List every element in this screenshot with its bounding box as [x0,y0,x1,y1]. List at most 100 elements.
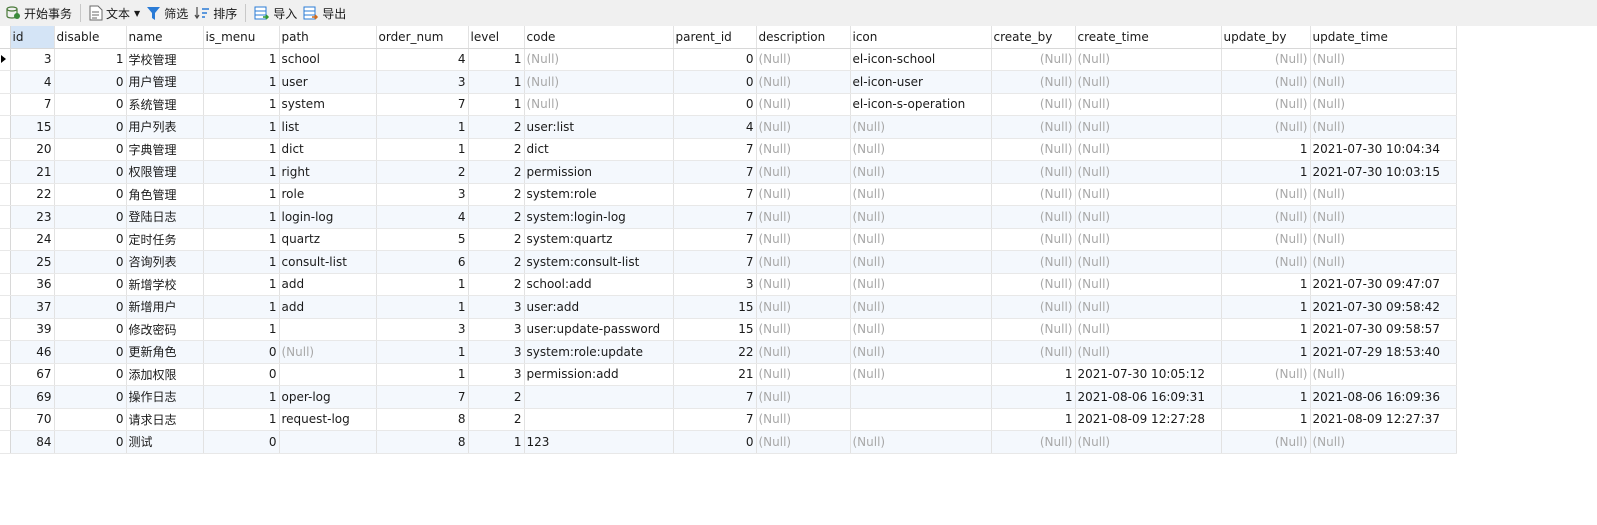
cell-path[interactable]: role [279,183,377,206]
cell-code[interactable] [524,408,674,431]
cell-is-menu[interactable]: 1 [203,228,280,251]
cell-update-time[interactable]: (Null) [1310,430,1457,454]
cell-parent-id[interactable]: 7 [673,408,757,431]
cell-update-by[interactable]: (Null) [1221,363,1311,386]
cell-create-time[interactable]: (Null) [1075,228,1222,251]
cell-is-menu[interactable]: 0 [203,363,280,386]
cell-code[interactable]: system:role:update [524,340,674,364]
cell-create-by[interactable]: (Null) [991,340,1076,364]
cell-disable[interactable]: 0 [54,295,127,319]
cell-description[interactable]: (Null) [756,183,851,206]
cell-level[interactable]: 2 [468,205,525,229]
cell-level[interactable]: 2 [468,115,525,139]
cell-level[interactable]: 2 [468,408,525,431]
sort-button[interactable]: 排序 [191,2,240,24]
cell-disable[interactable]: 0 [54,385,127,409]
cell-path[interactable]: request-log [279,408,377,431]
cell-name[interactable]: 请求日志 [126,408,204,431]
cell-icon[interactable]: (Null) [850,183,992,206]
column-header-path[interactable]: path [279,26,377,49]
cell-level[interactable]: 3 [468,363,525,386]
cell-create-by[interactable]: (Null) [991,138,1076,161]
cell-create-time[interactable]: (Null) [1075,138,1222,161]
cell-disable[interactable]: 0 [54,318,127,341]
cell-order-num[interactable]: 4 [376,205,469,229]
cell-update-by[interactable]: 1 [1221,138,1311,161]
cell-create-time[interactable]: (Null) [1075,183,1222,206]
cell-icon[interactable] [850,385,992,409]
cell-parent-id[interactable]: 15 [673,295,757,319]
cell-parent-id[interactable]: 7 [673,160,757,184]
row-indicator[interactable] [0,115,11,139]
cell-create-by[interactable]: (Null) [991,183,1076,206]
cell-code[interactable]: user:list [524,115,674,139]
column-header-update-time[interactable]: update_time [1310,26,1457,49]
cell-create-by[interactable]: (Null) [991,250,1076,274]
cell-description[interactable]: (Null) [756,408,851,431]
cell-update-time[interactable]: 2021-07-30 09:47:07 [1310,273,1457,296]
cell-update-by[interactable]: (Null) [1221,183,1311,206]
cell-create-by[interactable]: (Null) [991,160,1076,184]
cell-order-num[interactable]: 1 [376,273,469,296]
cell-is-menu[interactable]: 1 [203,385,280,409]
cell-parent-id[interactable]: 7 [673,138,757,161]
cell-description[interactable]: (Null) [756,363,851,386]
cell-parent-id[interactable]: 0 [673,430,757,454]
cell-update-by[interactable]: 1 [1221,318,1311,341]
cell-icon[interactable]: (Null) [850,295,992,319]
cell-icon[interactable]: (Null) [850,115,992,139]
cell-is-menu[interactable]: 1 [203,138,280,161]
cell-name[interactable]: 字典管理 [126,138,204,161]
cell-order-num[interactable]: 1 [376,363,469,386]
cell-id[interactable]: 22 [10,183,55,206]
cell-name[interactable]: 用户管理 [126,70,204,94]
row-indicator[interactable] [0,48,11,71]
row-indicator[interactable] [0,160,11,184]
column-header-name[interactable]: name [126,26,204,49]
column-header-order-num[interactable]: order_num [376,26,469,49]
cell-description[interactable]: (Null) [756,160,851,184]
cell-update-by[interactable]: 1 [1221,408,1311,431]
cell-parent-id[interactable]: 7 [673,183,757,206]
row-indicator[interactable] [0,363,11,386]
cell-update-by[interactable]: 1 [1221,340,1311,364]
row-indicator[interactable] [0,295,11,319]
cell-icon[interactable]: (Null) [850,228,992,251]
cell-order-num[interactable]: 3 [376,318,469,341]
cell-id[interactable]: 37 [10,295,55,319]
import-button[interactable]: 导入 [251,2,300,24]
cell-disable[interactable]: 0 [54,273,127,296]
cell-icon[interactable]: (Null) [850,138,992,161]
cell-order-num[interactable]: 6 [376,250,469,274]
table-row[interactable]: 25 0 咨询列表 1 consult-list 6 2 system:consult-lis… [0,250,1457,274]
cell-id[interactable]: 20 [10,138,55,161]
cell-is-menu[interactable]: 1 [203,408,280,431]
cell-id[interactable]: 4 [10,70,55,94]
cell-is-menu[interactable]: 1 [203,205,280,229]
table-row[interactable]: 24 0 定时任务 1 quartz 5 2 system:quartz 7 (Null) (Nul… [0,228,1457,251]
cell-name[interactable]: 权限管理 [126,160,204,184]
cell-create-time[interactable]: (Null) [1075,430,1222,454]
cell-update-time[interactable]: 2021-07-29 18:53:40 [1310,340,1457,364]
column-header-id[interactable]: id [10,26,55,49]
cell-order-num[interactable]: 1 [376,295,469,319]
cell-update-by[interactable]: (Null) [1221,430,1311,454]
row-indicator[interactable] [0,138,11,161]
cell-update-time[interactable]: (Null) [1310,205,1457,229]
cell-update-time[interactable]: 2021-07-30 10:03:15 [1310,160,1457,184]
cell-update-by[interactable]: 1 [1221,385,1311,409]
cell-order-num[interactable]: 3 [376,70,469,94]
cell-create-by[interactable]: 1 [991,385,1076,409]
cell-description[interactable]: (Null) [756,138,851,161]
cell-parent-id[interactable]: 22 [673,340,757,364]
cell-name[interactable]: 添加权限 [126,363,204,386]
cell-parent-id[interactable]: 4 [673,115,757,139]
cell-code[interactable]: system:role [524,183,674,206]
cell-code[interactable]: (Null) [524,93,674,116]
table-row[interactable]: 3 1 学校管理 1 school 4 1 (Null) 0 (Null) el-icon-scho… [0,48,1457,71]
table-row[interactable]: 36 0 新增学校 1 add 1 2 school:add 3 (Null) (Null) (Nul… [0,273,1457,296]
cell-name[interactable]: 测试 [126,430,204,454]
cell-code[interactable]: school:add [524,273,674,296]
cell-level[interactable]: 3 [468,295,525,319]
cell-order-num[interactable]: 8 [376,408,469,431]
